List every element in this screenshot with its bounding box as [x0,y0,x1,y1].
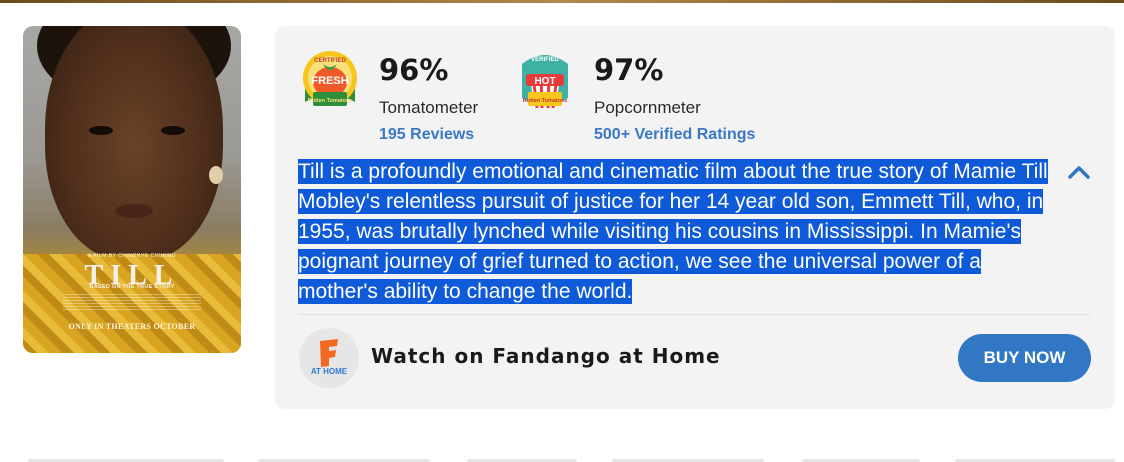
watch-on-fandango-label[interactable]: Watch on Fandango at Home [371,344,721,368]
poster-art-lips [115,204,153,218]
verified-hot-icon: VERIFIED HOT Rotten Tomatoes [522,55,568,109]
tomatometer-value: 96% [379,53,449,87]
fandango-at-home-logo[interactable]: AT HOME [299,328,359,388]
svg-text:Rotten Tomatoes: Rotten Tomatoes [523,98,568,104]
movie-info-card: CERTIFIED FRESH Rotten Tomatoes 96% Toma… [275,26,1115,409]
fandango-logo-text: AT HOME [310,367,348,376]
movie-synopsis[interactable]: Till is a profoundly emotional and cinem… [298,157,1064,307]
svg-text:VERIFIED: VERIFIED [531,57,559,63]
popcornmeter-value: 97% [594,53,664,87]
poster-credits-block [63,294,201,312]
certified-fresh-icon: CERTIFIED FRESH Rotten Tomatoes [303,51,357,106]
movie-poster[interactable]: A FILM BY CHINONYE CHUKWU TILL BASED ON … [23,26,241,353]
tomatometer-label: Tomatometer [379,98,479,117]
poster-art-earring [209,166,223,184]
svg-text:FRESH: FRESH [311,75,348,87]
svg-text:Rotten Tomatoes: Rotten Tomatoes [308,98,353,104]
svg-text:CERTIFIED: CERTIFIED [314,58,346,64]
top-decoration-strip [0,0,1124,3]
tomatometer-reviews-link[interactable]: 195 Reviews [379,125,478,145]
popcornmeter-label: Popcornmeter [594,98,701,117]
section-divider [298,314,1090,315]
poster-art-eye [89,126,113,135]
buy-now-button[interactable]: BUY NOW [958,334,1091,382]
poster-credit-top: A FILM BY CHINONYE CHUKWU [88,253,176,259]
fandango-f-icon [320,339,338,367]
chevron-up-icon[interactable] [1068,164,1090,180]
poster-art-face [45,26,223,261]
popcornmeter-ratings-link[interactable]: 500+ Verified Ratings [594,125,755,145]
svg-text:HOT: HOT [534,76,555,87]
synopsis-text: Till is a profoundly emotional and cinem… [298,159,1048,304]
poster-release-note: ONLY IN THEATERS OCTOBER [68,322,196,331]
poster-art-eye [161,126,185,135]
poster-tagline: BASED ON THE TRUE STORY [89,284,175,290]
